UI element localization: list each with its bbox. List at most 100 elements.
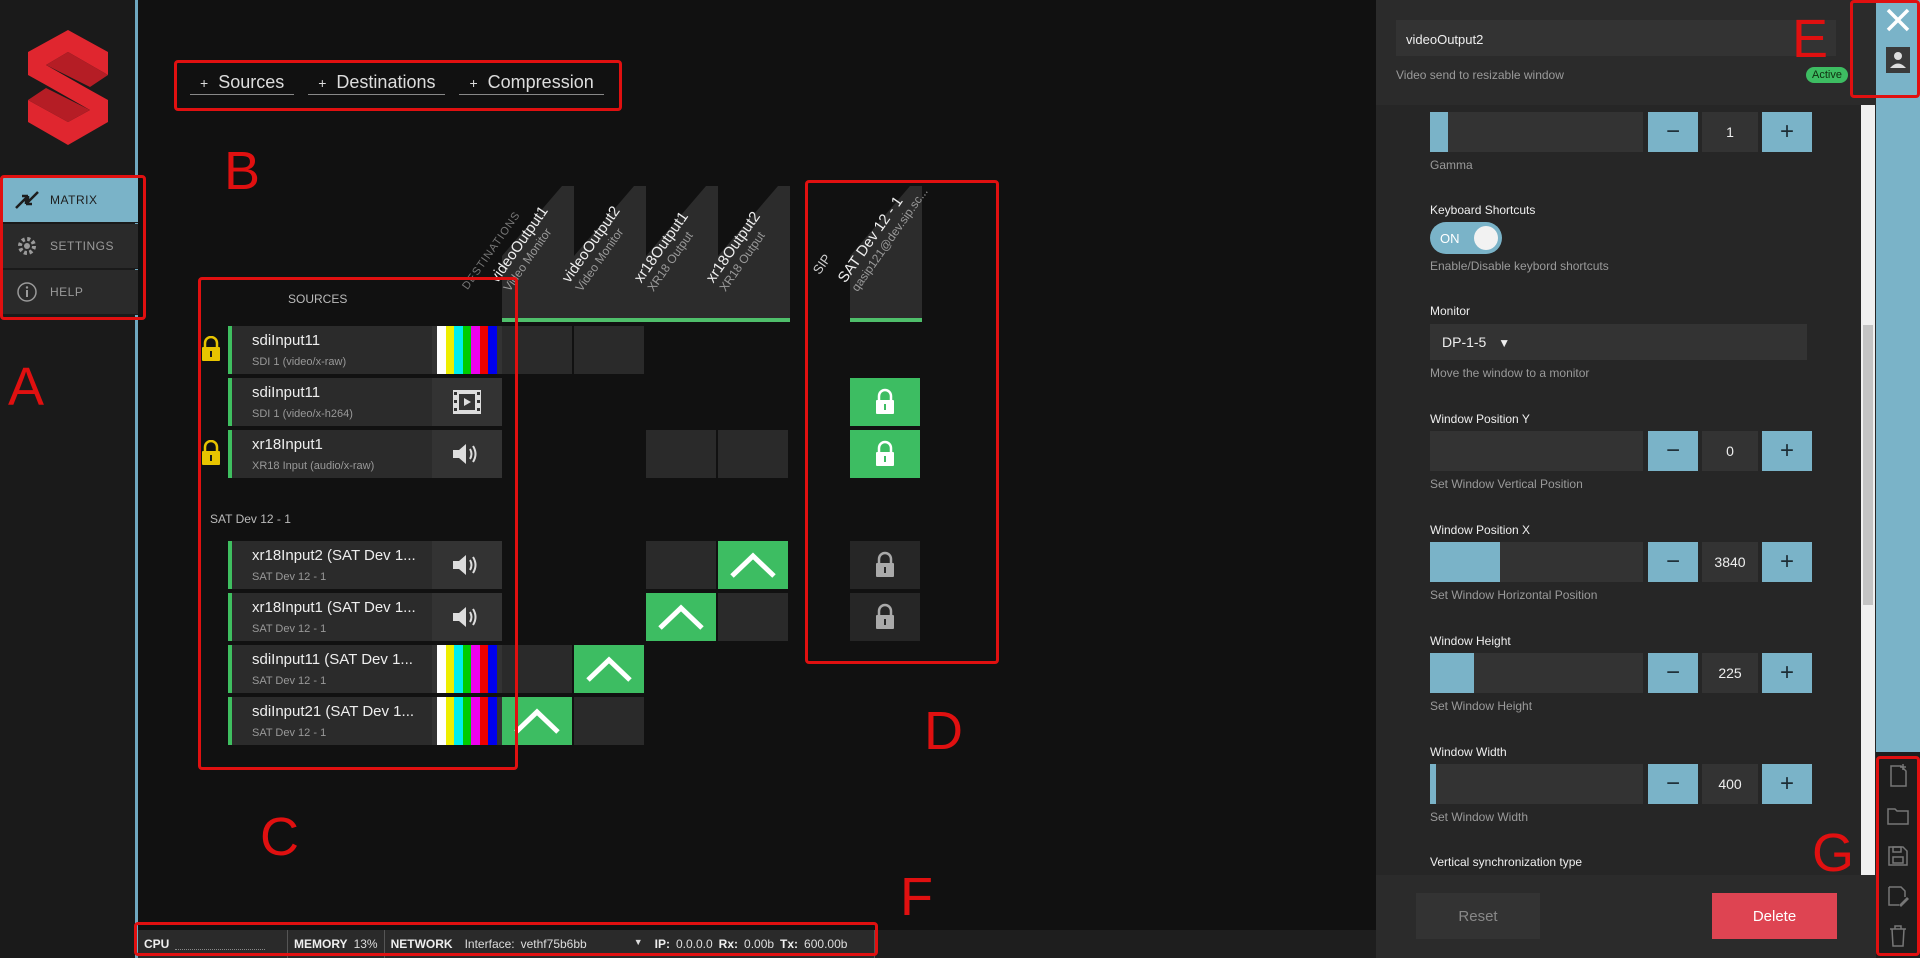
sip-cell-locked[interactable] xyxy=(850,378,920,426)
folder-icon[interactable] xyxy=(1884,802,1912,830)
nav-matrix[interactable]: MATRIX xyxy=(0,178,138,223)
monitor-label: Monitor xyxy=(1430,304,1471,318)
panel-scrollbar[interactable] xyxy=(1861,105,1875,875)
gamma-increment-button[interactable]: + xyxy=(1762,112,1812,152)
window-position-x-label: Window Position X xyxy=(1430,523,1531,537)
source-thumbnail xyxy=(432,645,502,693)
window-position-x-increment-button[interactable]: + xyxy=(1762,542,1812,582)
save-icon[interactable] xyxy=(1884,842,1912,870)
gamma-value[interactable]: 1 xyxy=(1702,112,1758,152)
window-height-increment-button[interactable]: + xyxy=(1762,653,1812,693)
source-row[interactable]: sdiInput21 (SAT Dev 1... SAT Dev 12 - 1 xyxy=(228,697,502,745)
keyboard-shortcuts-toggle[interactable]: ON xyxy=(1430,222,1502,254)
matrix-cell[interactable] xyxy=(646,541,716,589)
source-row[interactable]: xr18Input2 (SAT Dev 1... SAT Dev 12 - 1 xyxy=(228,541,502,589)
source-subtitle: SDI 1 (video/x-raw) xyxy=(252,356,347,368)
nav-help[interactable]: HELP xyxy=(0,270,138,315)
sip-cell-locked[interactable] xyxy=(850,541,920,589)
interface-select[interactable]: vethf75b6bb ▼ xyxy=(521,937,643,951)
matrix-cell[interactable] xyxy=(718,593,788,641)
annotation-label-f: F xyxy=(900,867,933,927)
window-width-increment-button[interactable]: + xyxy=(1762,764,1812,804)
column-active-bar xyxy=(850,318,922,322)
close-icon[interactable] xyxy=(1884,6,1912,34)
add-sources-label: Sources xyxy=(218,72,285,92)
matrix-cell-connected[interactable] xyxy=(646,593,716,641)
add-destinations-label: Destinations xyxy=(336,72,436,92)
matrix-cell[interactable] xyxy=(574,326,644,374)
vsync-label: Vertical synchronization type xyxy=(1430,855,1583,869)
source-row[interactable]: sdiInput11 SDI 1 (video/x-raw) xyxy=(228,326,502,374)
sip-cell-locked[interactable] xyxy=(850,430,920,478)
interface-value: vethf75b6bb xyxy=(520,937,587,951)
new-file-icon[interactable] xyxy=(1884,762,1912,790)
window-position-y-slider[interactable] xyxy=(1430,431,1643,471)
source-thumbnail xyxy=(432,541,502,589)
window-height-decrement-button[interactable]: − xyxy=(1648,653,1698,693)
reset-button[interactable]: Reset xyxy=(1416,893,1540,939)
window-position-x-decrement-button[interactable]: − xyxy=(1648,542,1698,582)
gamma-decrement-button[interactable]: − xyxy=(1648,112,1698,152)
trash-icon[interactable] xyxy=(1884,922,1912,950)
cpu-segment: CPU xyxy=(138,930,288,958)
window-width-decrement-button[interactable]: − xyxy=(1648,764,1698,804)
window-position-y-value[interactable]: 0 xyxy=(1702,431,1758,471)
source-thumbnail xyxy=(432,430,502,478)
column-header[interactable]: videoOutput1 Video Monitor xyxy=(487,186,574,322)
sip-cell-locked[interactable] xyxy=(850,593,920,641)
matrix-cell-connected[interactable] xyxy=(718,541,788,589)
matrix-cell[interactable] xyxy=(502,645,572,693)
matrix-cell[interactable] xyxy=(646,430,716,478)
destination-name-field[interactable]: videoOutput2 xyxy=(1396,20,1836,56)
nav-settings[interactable]: SETTINGS xyxy=(0,224,138,269)
source-name: xr18Input1 xyxy=(252,436,323,453)
rx-label: Rx: xyxy=(718,937,739,951)
add-sources-button[interactable]: + Sources xyxy=(190,71,295,95)
add-compression-button[interactable]: + Compression xyxy=(459,71,604,95)
delete-button[interactable]: Delete xyxy=(1712,893,1837,939)
panel-footer: Reset Delete xyxy=(1376,875,1881,958)
source-row[interactable]: sdiInput11 (SAT Dev 1... SAT Dev 12 - 1 xyxy=(228,645,502,693)
app-logo xyxy=(28,30,108,145)
source-row[interactable]: xr18Input1 (SAT Dev 1... SAT Dev 12 - 1 xyxy=(228,593,502,641)
matrix-cell[interactable] xyxy=(502,326,572,374)
network-label: NETWORK xyxy=(390,937,453,951)
window-width-value[interactable]: 400 xyxy=(1702,764,1758,804)
window-position-x-slider[interactable] xyxy=(1430,542,1643,582)
user-card-icon[interactable] xyxy=(1884,46,1912,74)
slider-fill xyxy=(1430,764,1436,804)
matrix-cell-connected[interactable] xyxy=(574,645,644,693)
source-row[interactable]: xr18Input1 XR18 Input (audio/x-raw) xyxy=(228,430,502,478)
add-destinations-button[interactable]: + Destinations xyxy=(308,71,446,95)
source-row[interactable]: sdiInput11 SDI 1 (video/x-h264) xyxy=(228,378,502,426)
window-position-y-increment-button[interactable]: + xyxy=(1762,431,1812,471)
lock-indicator-icon xyxy=(200,439,222,466)
slider-fill xyxy=(1430,112,1448,152)
column-header[interactable]: xr18Output1 XR18 Output xyxy=(631,186,718,322)
window-position-y-label: Window Position Y xyxy=(1430,412,1530,426)
source-subtitle: SAT Dev 12 - 1 xyxy=(252,571,327,583)
scrollbar-thumb[interactable] xyxy=(1863,325,1873,605)
tx-label: Tx: xyxy=(780,937,799,951)
nav-help-label: HELP xyxy=(50,285,84,299)
matrix-cell-connected[interactable] xyxy=(502,697,572,745)
column-header[interactable]: xr18Output2 XR18 Output xyxy=(703,186,790,322)
window-height-slider[interactable] xyxy=(1430,653,1643,693)
memory-label: MEMORY xyxy=(294,937,348,951)
save-as-icon[interactable] xyxy=(1884,882,1912,910)
window-width-slider[interactable] xyxy=(1430,764,1643,804)
sip-column-header[interactable]: SAT Dev 12 - 1 qasip121@dev.sip.sc... xyxy=(835,185,931,322)
monitor-select[interactable]: DP-1-5 ▼ xyxy=(1430,324,1807,360)
ip-value: 0.0.0.0 xyxy=(675,937,713,951)
window-position-x-value[interactable]: 3840 xyxy=(1702,542,1758,582)
gamma-slider[interactable] xyxy=(1430,112,1643,152)
matrix-cell[interactable] xyxy=(574,697,644,745)
annotation-label-d: D xyxy=(924,701,963,761)
window-height-value[interactable]: 225 xyxy=(1702,653,1758,693)
window-position-y-decrement-button[interactable]: − xyxy=(1648,431,1698,471)
plus-icon: + xyxy=(200,74,209,91)
lock-icon xyxy=(876,551,894,577)
matrix-cell[interactable] xyxy=(718,430,788,478)
color-bars xyxy=(437,645,498,693)
column-header[interactable]: videoOutput2 Video Monitor xyxy=(559,186,646,322)
